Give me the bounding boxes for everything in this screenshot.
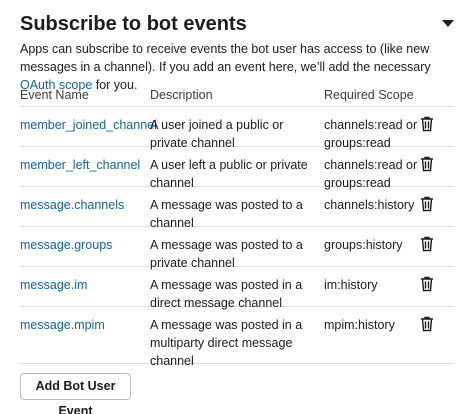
- event-scope: groups:history: [324, 238, 403, 252]
- trash-icon[interactable]: [420, 156, 434, 172]
- section-header: Subscribe to bot events: [20, 11, 460, 37]
- table-row: message.im A message was posted in a dir…: [20, 267, 454, 310]
- event-name-link[interactable]: message.channels: [20, 196, 124, 214]
- table-header: Event Name Description Required Scope: [20, 87, 454, 107]
- add-bot-user-event-button[interactable]: Add Bot User Event: [20, 373, 131, 414]
- table-row: message.channels A message was posted to…: [20, 187, 454, 230]
- trash-icon[interactable]: [420, 316, 434, 332]
- event-name-link[interactable]: message.groups: [20, 236, 112, 254]
- bot-events-table: Event Name Description Required Scope me…: [20, 87, 454, 368]
- section-description: Apps can subscribe to receive events the…: [20, 40, 460, 94]
- header-description: Description: [150, 88, 213, 102]
- event-scope: im:history: [324, 278, 378, 292]
- event-name-link[interactable]: member_left_channel: [20, 156, 140, 174]
- section-title: Subscribe to bot events: [20, 13, 247, 35]
- table-row: message.groups A message was posted to a…: [20, 227, 454, 270]
- intro-text: Apps can subscribe to receive events the…: [20, 42, 431, 74]
- caret-down-icon[interactable]: [442, 20, 454, 27]
- trash-icon[interactable]: [420, 236, 434, 252]
- event-name-link[interactable]: message.mpim: [20, 316, 105, 334]
- event-name-link[interactable]: member_joined_channel: [20, 116, 157, 134]
- header-event-name: Event Name: [20, 88, 89, 102]
- event-description: A message was posted in a multiparty dir…: [150, 318, 303, 368]
- event-scope: channels:history: [324, 198, 415, 212]
- table-row: message.mpim A message was posted in a m…: [20, 307, 454, 368]
- table-row: member_left_channel A user left a public…: [20, 147, 454, 190]
- trash-icon[interactable]: [420, 196, 434, 212]
- header-required-scope: Required Scope: [324, 88, 414, 102]
- trash-icon[interactable]: [420, 276, 434, 292]
- trash-icon[interactable]: [420, 116, 434, 132]
- event-scope: mpim:history: [324, 318, 395, 332]
- table-row: member_joined_channel A user joined a pu…: [20, 107, 454, 150]
- event-name-link[interactable]: message.im: [20, 276, 87, 294]
